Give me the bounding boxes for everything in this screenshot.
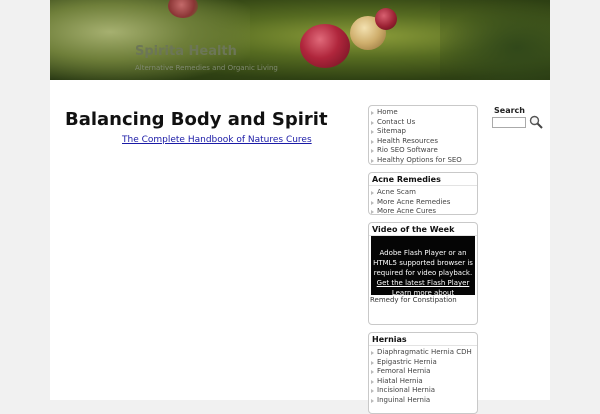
banner-blur-right xyxy=(440,0,550,80)
acne-item-acne-scam[interactable]: Acne Scam xyxy=(369,188,477,198)
hernia-item-inguinal[interactable]: Inguinal Hernia xyxy=(369,396,477,406)
pages-menu-box: Home Contact Us Sitemap Health Resources… xyxy=(368,105,478,165)
flash-player-link[interactable]: Get the latest Flash Player xyxy=(373,278,473,288)
main-content: Balancing Body and Spirit The Complete H… xyxy=(50,80,550,414)
search-icon[interactable] xyxy=(529,115,543,129)
menu-item-rio-seo-software[interactable]: Rio SEO Software xyxy=(369,146,477,156)
video-player[interactable]: Adobe Flash Player or an HTML5 supported… xyxy=(371,236,475,317)
hernia-item-epigastric[interactable]: Epigastric Hernia xyxy=(369,358,477,368)
acne-item-more-cures[interactable]: More Acne Cures xyxy=(369,207,477,217)
video-message: Adobe Flash Player or an HTML5 supported… xyxy=(373,249,473,277)
site-title[interactable]: Spirita Health xyxy=(135,44,237,59)
menu-item-health-resources[interactable]: Health Resources xyxy=(369,137,477,147)
hernia-item-femoral[interactable]: Femoral Hernia xyxy=(369,367,477,377)
menu-item-healthy-options-seo[interactable]: Healthy Options for SEO xyxy=(369,156,477,166)
acne-remedies-list: Acne Scam More Acne Remedies More Acne C… xyxy=(369,186,477,219)
hernia-item-incisional[interactable]: Incisional Hernia xyxy=(369,386,477,396)
header-banner: Spirita Health Alternative Remedies and … xyxy=(50,0,550,80)
search-input[interactable] xyxy=(492,117,526,128)
video-box: Video of the Week Adobe Flash Player or … xyxy=(368,222,478,325)
menu-item-sitemap[interactable]: Sitemap xyxy=(369,127,477,137)
hernias-box: Hernias Diaphragmatic Hernia CDH Epigast… xyxy=(368,332,478,414)
video-title: Video of the Week xyxy=(369,223,477,236)
raspberry-image xyxy=(375,8,397,30)
page-title: Balancing Body and Spirit xyxy=(65,109,328,130)
menu-item-home[interactable]: Home xyxy=(369,108,477,118)
pages-menu: Home Contact Us Sitemap Health Resources… xyxy=(369,106,477,168)
site-tagline: Alternative Remedies and Organic Living xyxy=(135,64,278,72)
menu-item-contact-us[interactable]: Contact Us xyxy=(369,118,477,128)
acne-item-more-remedies[interactable]: More Acne Remedies xyxy=(369,198,477,208)
acne-remedies-box: Acne Remedies Acne Scam More Acne Remedi… xyxy=(368,172,478,215)
hernias-list: Diaphragmatic Hernia CDH Epigastric Hern… xyxy=(369,346,477,408)
hernia-item-hiatal[interactable]: Hiatal Hernia xyxy=(369,377,477,387)
acne-remedies-title: Acne Remedies xyxy=(369,173,477,186)
raspberry-image xyxy=(300,24,350,68)
hernia-item-diaphragmatic[interactable]: Diaphragmatic Hernia CDH xyxy=(369,348,477,358)
search-label: Search xyxy=(494,106,525,115)
handbook-link[interactable]: The Complete Handbook of Natures Cures xyxy=(122,135,312,145)
hernias-title: Hernias xyxy=(369,333,477,346)
